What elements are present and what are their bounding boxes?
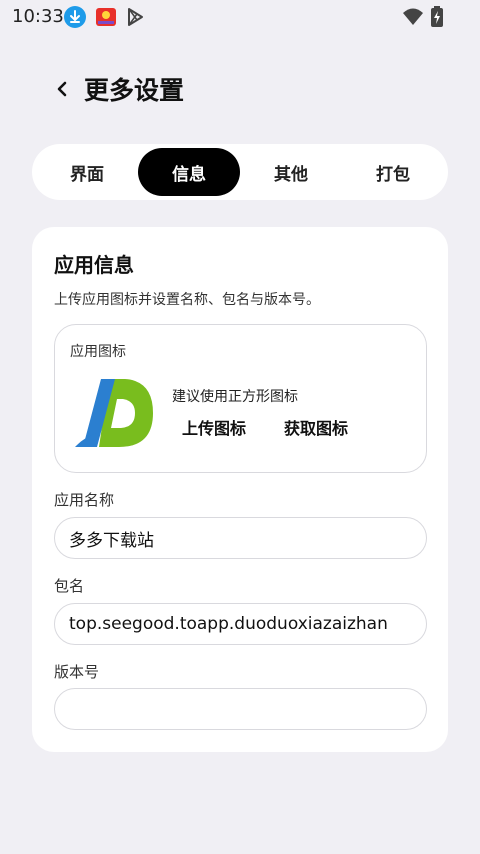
app-logo-icon (73, 375, 155, 451)
tab-bar: 界面 信息 其他 打包 (32, 144, 448, 200)
app-icon-label: 应用图标 (70, 344, 126, 360)
upload-icon-button[interactable]: 上传图标 (182, 415, 246, 439)
tab-info[interactable]: 信息 (138, 148, 240, 196)
app-info-card: 应用信息 上传应用图标并设置名称、包名与版本号。 应用图标 建议使用正方形图标 … (32, 227, 448, 752)
tab-other[interactable]: 其他 (240, 148, 342, 196)
download-icon (64, 6, 86, 28)
fetch-icon-button[interactable]: 获取图标 (284, 415, 348, 439)
status-bar: 10:33 (0, 0, 480, 34)
package-name-input[interactable] (54, 603, 427, 645)
battery-icon (430, 6, 452, 28)
play-store-icon (124, 6, 146, 28)
wifi-icon (402, 7, 424, 29)
package-name-label: 包名 (54, 577, 85, 595)
version-input[interactable] (54, 688, 427, 730)
page-header: 更多设置 (0, 64, 480, 114)
version-label: 版本号 (54, 663, 100, 681)
app-name-input[interactable] (54, 517, 427, 559)
page-title: 更多设置 (84, 76, 185, 105)
status-time: 10:33 (12, 6, 64, 27)
section-description: 上传应用图标并设置名称、包名与版本号。 (54, 292, 320, 308)
icon-hint: 建议使用正方形图标 (172, 389, 298, 405)
app-notification-icon (94, 6, 116, 28)
tab-interface[interactable]: 界面 (36, 148, 138, 196)
chevron-left-icon (57, 81, 67, 97)
app-icon-section: 应用图标 建议使用正方形图标 上传图标 获取图标 (54, 324, 427, 473)
section-title: 应用信息 (54, 253, 134, 277)
tab-package[interactable]: 打包 (342, 148, 444, 196)
app-name-label: 应用名称 (54, 491, 115, 509)
back-button[interactable] (48, 75, 76, 103)
